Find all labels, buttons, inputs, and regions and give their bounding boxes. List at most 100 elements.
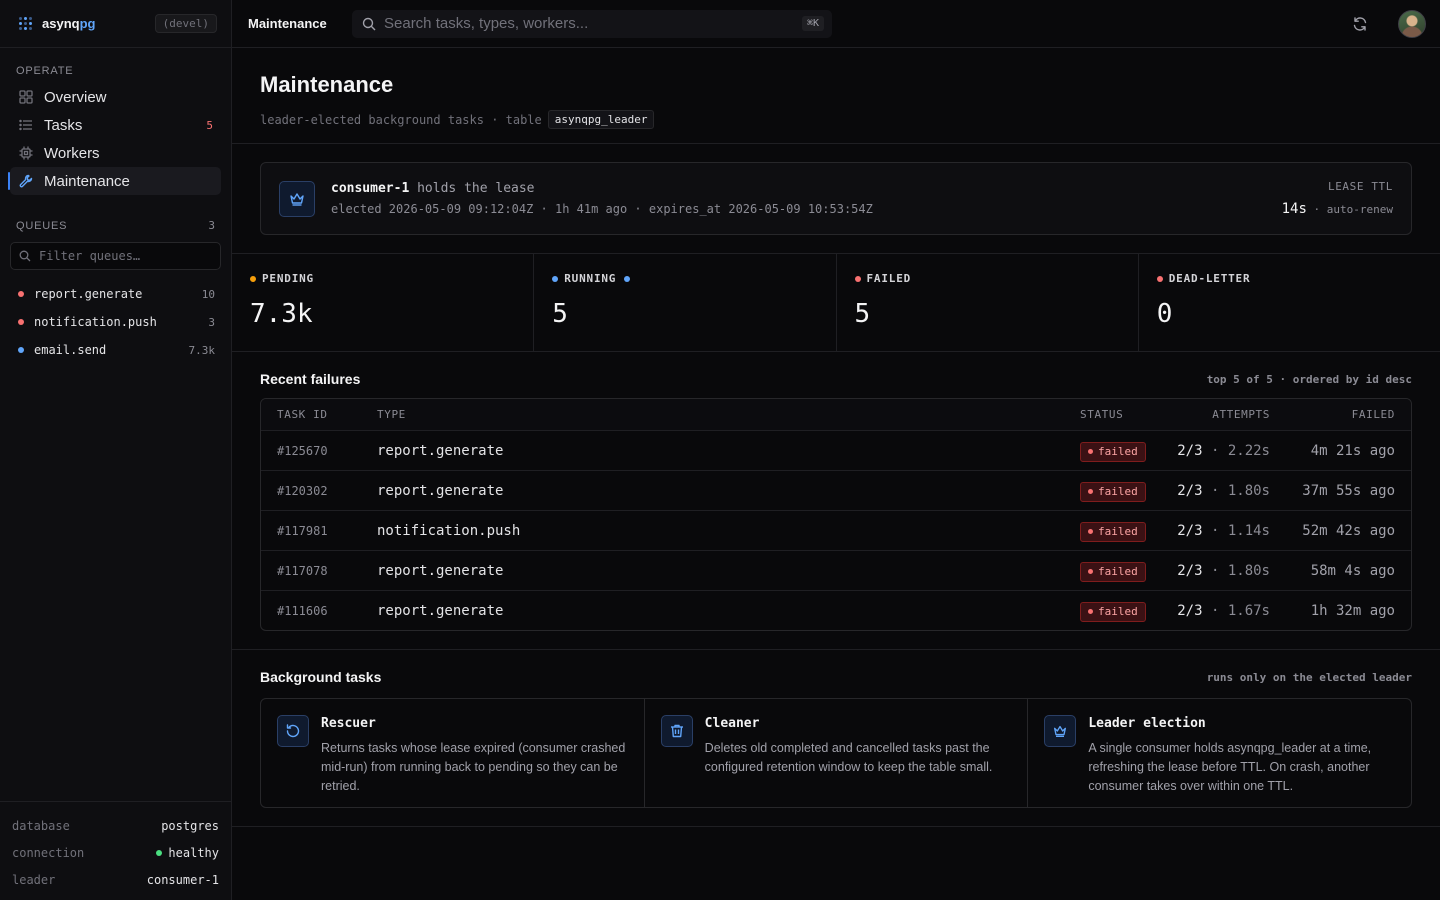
table-row[interactable]: #117981 notification.push failed 2/3 · 1…	[261, 510, 1411, 550]
lease-ttl-label: LEASE TTL	[1327, 180, 1393, 193]
pending-dot	[250, 275, 256, 282]
status-badge: failed	[1080, 601, 1146, 622]
queue-name: notification.push	[34, 315, 157, 329]
attempts: 2/3 · 1.80s	[1177, 562, 1270, 579]
leader-label: leader	[12, 872, 56, 887]
attempts: 2/3 · 1.14s	[1177, 522, 1270, 539]
col-failed[interactable]: FAILED	[1270, 408, 1395, 421]
queue-name: email.send	[34, 343, 107, 357]
sidebar-item-maintenance[interactable]: Maintenance	[8, 167, 221, 195]
brand: asynqpg (devel)	[0, 0, 231, 48]
sidebar-item-tasks[interactable]: Tasks 5	[10, 111, 221, 139]
col-type[interactable]: TYPE	[377, 408, 1080, 421]
operate-label: OPERATE	[16, 65, 74, 77]
section-note: top 5 of 5 · ordered by id desc	[1206, 372, 1412, 386]
task-id: #117078	[277, 563, 328, 578]
task-type: report.generate	[377, 442, 504, 459]
queue-item-email-send[interactable]: email.send 7.3k	[10, 336, 221, 364]
status-cell: failed	[1080, 440, 1160, 462]
topbar-actions	[1346, 9, 1426, 38]
lease-section: consumer-1 holds the lease elected 2026-…	[232, 144, 1440, 254]
topbar: Maintenance ⌘K	[232, 0, 1440, 48]
avatar[interactable]	[1398, 9, 1426, 38]
card-cleaner: Cleaner Deletes old completed and cancel…	[645, 699, 1029, 807]
sidebar-item-label: Tasks	[44, 116, 83, 134]
queue-filter[interactable]: Filter queues…	[10, 242, 221, 270]
section-header: Background tasks runs only on the electe…	[260, 668, 1412, 686]
card-title: Rescuer	[321, 716, 376, 731]
queue-count: 3	[208, 315, 215, 329]
lease-info: consumer-1 holds the lease elected 2026-…	[331, 181, 873, 216]
col-task-id[interactable]: TASK ID	[277, 408, 377, 421]
queues-label: QUEUES	[16, 219, 68, 232]
refresh-button[interactable]	[1346, 10, 1374, 38]
attempts: 2/3 · 1.80s	[1177, 482, 1270, 499]
dead-letter-dot	[1156, 275, 1163, 282]
search-icon	[362, 17, 376, 31]
stat-value: 0	[1156, 299, 1173, 329]
task-id: #111606	[277, 603, 328, 618]
status-badge: failed	[1080, 481, 1146, 502]
stat-value: 5	[854, 299, 871, 329]
brand-name: asynqpg	[42, 16, 96, 31]
table-row[interactable]: #125670 report.generate failed 2/3 · 2.2…	[261, 430, 1411, 470]
section-header: Recent failures top 5 of 5 · ordered by …	[260, 370, 1412, 388]
list-icon	[18, 117, 34, 133]
queue-status-dot	[18, 291, 24, 297]
task-type: notification.push	[377, 522, 521, 539]
card-description: A single consumer holds asynqpg_leader a…	[1088, 741, 1372, 793]
failed-ago: 58m 4s ago	[1310, 562, 1395, 579]
queue-item-notification-push[interactable]: notification.push 3	[10, 308, 221, 336]
trash-icon	[660, 715, 693, 747]
grid-icon	[18, 89, 34, 105]
refresh-icon	[1353, 16, 1367, 31]
task-id: #125670	[277, 443, 328, 458]
queue-status-dot	[18, 319, 24, 325]
stat-label: DEAD-LETTER	[1156, 272, 1422, 285]
card-title: Leader election	[1088, 716, 1206, 731]
sidebar-item-overview[interactable]: Overview	[10, 83, 221, 111]
lease-ttl-value: 14s	[1281, 201, 1307, 217]
card-body: Leader election A single consumer holds …	[1088, 715, 1395, 807]
tasks-count-badge: 5	[206, 118, 213, 132]
failures-table: TASK ID TYPE STATUS ATTEMPTS FAILED #125…	[260, 398, 1412, 631]
table-row[interactable]: #117078 report.generate failed 2/3 · 1.8…	[261, 550, 1411, 590]
page-title: Maintenance	[260, 72, 394, 97]
status-cell: failed	[1080, 560, 1160, 582]
wrench-icon	[18, 173, 34, 189]
lease-holder-line: consumer-1 holds the lease	[331, 181, 873, 196]
queue-count: 10	[201, 287, 215, 301]
col-attempts[interactable]: ATTEMPTS	[1160, 408, 1270, 421]
stat-label: PENDING	[250, 272, 515, 285]
sidebar-item-label: Maintenance	[44, 172, 130, 190]
queue-status-dot	[18, 347, 24, 353]
stat-dead-letter[interactable]: DEAD-LETTER 0	[1139, 254, 1440, 351]
card-title: Cleaner	[704, 716, 760, 731]
global-search[interactable]: ⌘K	[352, 9, 832, 38]
database-value: postgres	[161, 818, 219, 833]
card-rescuer: Rescuer Returns tasks whose lease expire…	[261, 699, 645, 807]
search-input[interactable]	[384, 15, 802, 32]
crown-icon	[279, 180, 315, 217]
card-body: Rescuer Returns tasks whose lease expire…	[321, 715, 628, 807]
stat-running[interactable]: RUNNING 5	[534, 254, 837, 351]
attempts: 2/3 · 2.22s	[1177, 442, 1270, 459]
table-row[interactable]: #120302 report.generate failed 2/3 · 1.8…	[261, 470, 1411, 510]
table-name-chip: asynqpg_leader	[547, 110, 655, 129]
queues-header: QUEUES 3	[0, 219, 231, 232]
queue-list: report.generate 10 notification.push 3 e…	[0, 280, 231, 364]
stat-pending[interactable]: PENDING 7.3k	[232, 254, 535, 351]
stat-failed[interactable]: FAILED 5	[837, 254, 1139, 351]
lease-ttl-value-row: 14s · auto-renew	[1282, 201, 1393, 217]
status-badge: failed	[1080, 521, 1146, 542]
sidebar-item-workers[interactable]: Workers	[10, 139, 221, 167]
failed-ago: 4m 21s ago	[1310, 442, 1395, 459]
col-status[interactable]: STATUS	[1080, 408, 1160, 421]
table-row[interactable]: #111606 report.generate failed 2/3 · 1.6…	[261, 590, 1411, 630]
background-task-cards: Rescuer Returns tasks whose lease expire…	[260, 698, 1412, 808]
card-leader-election: Leader election A single consumer holds …	[1028, 699, 1411, 807]
stat-value: 7.3k	[250, 299, 313, 329]
lease-holder: consumer-1	[331, 181, 410, 196]
queue-item-report-generate[interactable]: report.generate 10	[10, 280, 221, 308]
stat-label: FAILED	[854, 272, 1120, 285]
